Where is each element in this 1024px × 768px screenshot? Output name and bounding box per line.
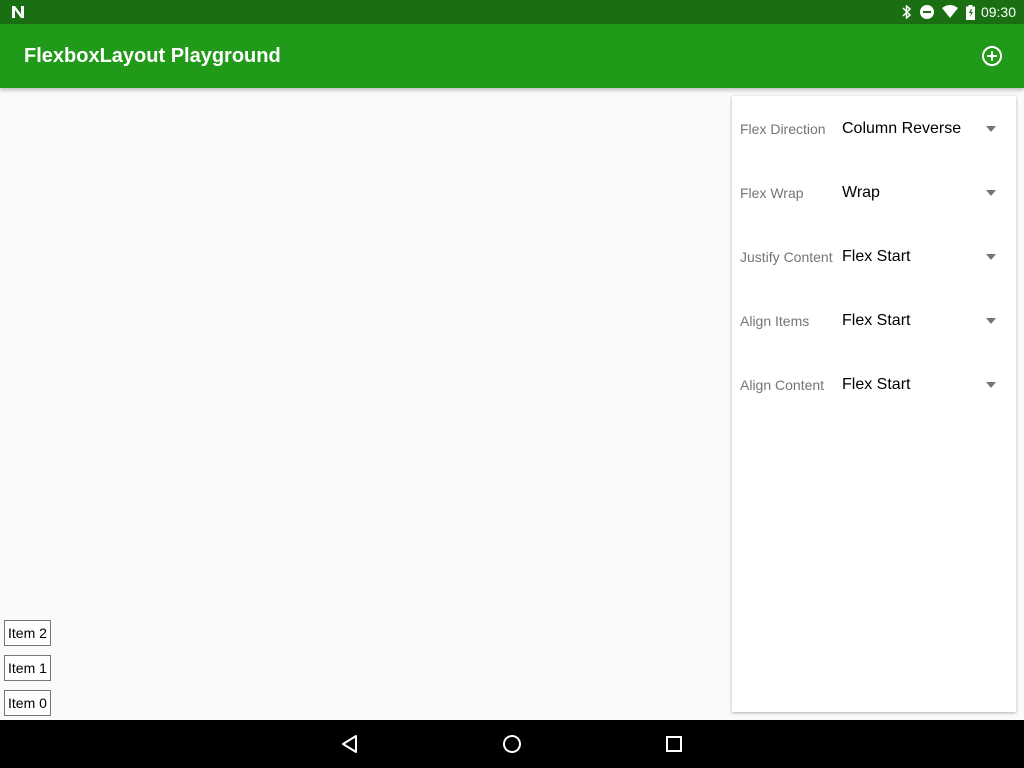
justify-content-spinner[interactable]: Flex Start [834,237,1010,277]
flex-item[interactable]: Item 0 [4,690,51,716]
setting-align-content: Align Content Flex Start [732,365,1016,405]
spinner-value: Wrap [842,184,880,201]
notification-n-icon [12,6,24,18]
flex-direction-spinner[interactable]: Column Reverse [834,109,1010,149]
flex-item[interactable]: Item 2 [4,620,51,646]
recents-icon[interactable] [664,734,684,754]
setting-label: Flex Wrap [740,185,804,201]
wifi-icon [941,5,958,18]
align-content-spinner[interactable]: Flex Start [834,365,1010,405]
setting-label: Align Content [740,377,825,393]
status-time: 09:30 [980,4,1016,20]
back-icon[interactable] [340,734,360,754]
dropdown-arrow-icon [986,318,996,324]
do-not-disturb-icon [919,5,934,19]
app-toolbar: FlexboxLayout Playground [0,24,1024,88]
flexbox-container: Item 2 Item 1 Item 0 [0,88,730,720]
home-icon[interactable] [502,734,522,754]
setting-label: Align Items [740,313,810,329]
spinner-value: Column Reverse [842,120,962,137]
spinner-value: Flex Start [842,312,911,329]
flex-wrap-spinner[interactable]: Wrap [834,173,1010,213]
navigation-bar [0,720,1024,768]
battery-icon [965,4,975,20]
status-icons: 09:30 [894,0,1016,24]
add-icon[interactable] [980,44,1004,68]
setting-justify-content: Justify Content Flex Start [732,237,1016,277]
settings-panel: Flex Direction Column Reverse Flex Wrap … [732,96,1016,712]
flex-item[interactable]: Item 1 [4,655,51,681]
setting-align-items: Align Items Flex Start [732,301,1016,341]
app-title: FlexboxLayout Playground [24,45,281,67]
setting-label: Justify Content [740,249,833,265]
setting-flex-wrap: Flex Wrap Wrap [732,173,1016,213]
spinner-value: Flex Start [842,376,911,393]
status-bar: 09:30 [0,0,1024,24]
dropdown-arrow-icon [986,190,996,196]
bluetooth-icon [902,5,912,19]
align-items-spinner[interactable]: Flex Start [834,301,1010,341]
dropdown-arrow-icon [986,126,996,132]
dropdown-arrow-icon [986,382,996,388]
setting-flex-direction: Flex Direction Column Reverse [732,109,1016,149]
spinner-value: Flex Start [842,248,911,265]
dropdown-arrow-icon [986,254,996,260]
setting-label: Flex Direction [740,121,826,137]
